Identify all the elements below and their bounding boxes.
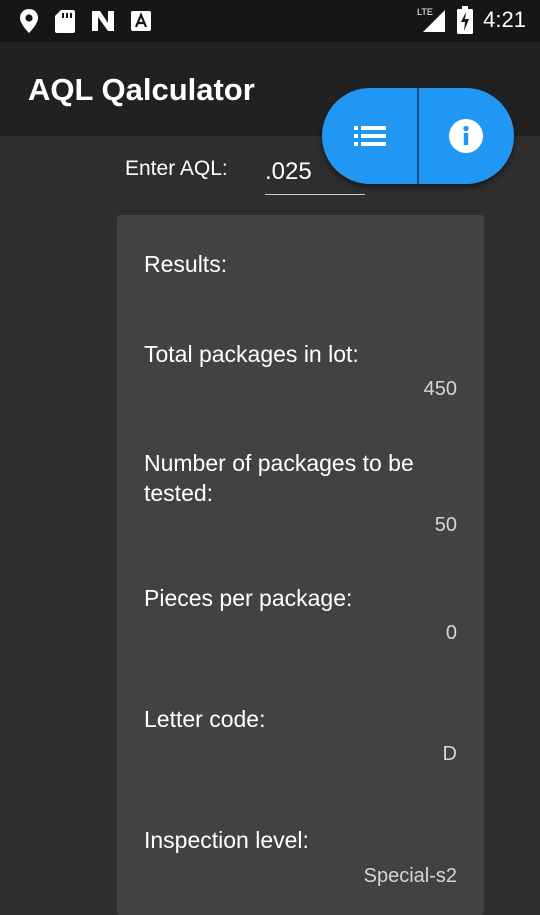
list-icon [354, 126, 386, 146]
info-icon [449, 119, 483, 153]
inspection-level-value: Special-s2 [363, 865, 457, 887]
list-button[interactable] [322, 88, 418, 184]
status-bar-left [18, 8, 152, 34]
letter-code-label: Letter code: [144, 706, 266, 732]
info-button[interactable] [418, 88, 514, 184]
status-time: 4:21 [483, 7, 526, 32]
pieces-per-package-value: 0 [445, 622, 457, 644]
fab-group [322, 88, 514, 184]
packages-tested-label: Number of packages to be tested: [144, 450, 414, 506]
status-bar: LTE 4:21 [0, 0, 540, 42]
inspection-level-label: Inspection level: [144, 827, 309, 853]
pieces-per-package-label: Pieces per package: [144, 585, 353, 611]
svg-text:LTE: LTE [417, 7, 433, 17]
aql-label: Enter AQL: [125, 157, 228, 180]
battery-charging-icon [457, 6, 474, 34]
sd-card-icon [55, 10, 75, 33]
app-title: AQL Qalculator [28, 72, 255, 107]
letter-code-value: D [442, 743, 457, 765]
results-card: Results: Total packages in lot: 450 Numb… [117, 215, 484, 915]
results-heading: Results: [144, 251, 228, 277]
status-bar-right: LTE 4:21 [417, 6, 526, 34]
a-icon [131, 11, 151, 31]
location-icon [20, 9, 38, 33]
total-packages-label: Total packages in lot: [144, 341, 359, 367]
n-icon [92, 11, 114, 31]
total-packages-value: 450 [423, 378, 457, 400]
signal-icon: LTE [417, 7, 446, 32]
packages-tested-value: 50 [434, 514, 457, 536]
